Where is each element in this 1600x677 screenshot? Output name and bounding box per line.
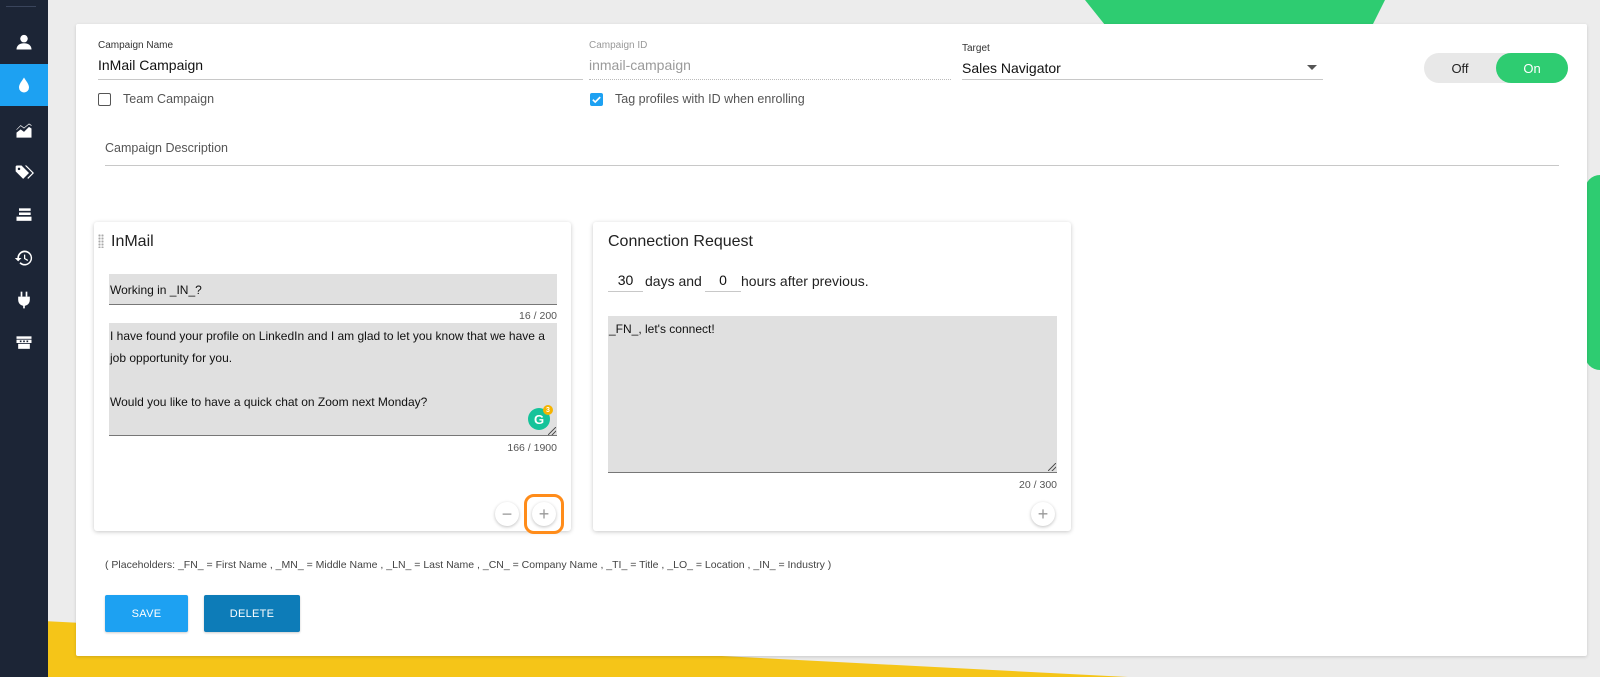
campaign-id-input: inmail-campaign — [589, 57, 691, 73]
tag-profiles-checkbox[interactable] — [590, 93, 603, 106]
inmail-body-counter: 166 / 1900 — [507, 442, 557, 454]
sidebar-item-campaigns[interactable] — [0, 64, 48, 106]
checkmark-icon — [592, 96, 601, 104]
sidebar — [0, 0, 48, 677]
delay-hours-label: hours after previous. — [741, 273, 869, 289]
connection-message-textarea[interactable]: _FN_, let's connect! — [608, 316, 1057, 473]
team-campaign-label: Team Campaign — [123, 92, 215, 106]
area-chart-icon — [16, 123, 32, 138]
delay-days-label: days and — [645, 273, 702, 289]
drop-icon — [19, 77, 29, 93]
toggle-on-option[interactable]: On — [1496, 53, 1568, 83]
target-label: Target — [962, 43, 990, 54]
sidebar-item-profiles[interactable] — [0, 21, 48, 63]
tag-profiles-label: Tag profiles with ID when enrolling — [615, 92, 805, 106]
connection-message-counter: 20 / 300 — [1019, 479, 1057, 491]
target-select[interactable]: Sales Navigator — [962, 60, 1061, 76]
sidebar-item-integrations[interactable] — [0, 279, 48, 321]
campaign-name-label: Campaign Name — [98, 40, 174, 51]
campaign-id-label: Campaign ID — [589, 40, 648, 51]
campaign-active-toggle[interactable]: Off On — [1424, 53, 1568, 83]
add-step-button[interactable]: + — [532, 502, 556, 526]
connection-request-title: Connection Request — [608, 233, 753, 250]
campaign-name-input[interactable]: InMail Campaign — [98, 57, 203, 73]
campaign-id-underline — [589, 79, 951, 80]
team-campaign-checkbox[interactable] — [98, 93, 111, 106]
toggle-off-option[interactable]: Off — [1424, 53, 1496, 83]
resize-grip-icon[interactable] — [1048, 463, 1056, 471]
chevron-down-icon[interactable] — [1307, 65, 1317, 70]
delay-hours-input[interactable]: 0 — [705, 272, 741, 292]
sidebar-item-analytics[interactable] — [0, 110, 48, 152]
placeholders-hint: ( Placeholders: _FN_ = First Name , _MN_… — [105, 559, 832, 571]
decor-green-stripe-right — [1585, 175, 1600, 370]
inmail-step-title: InMail — [111, 233, 154, 250]
grammarly-letter: G — [533, 411, 545, 427]
sidebar-divider — [6, 6, 36, 7]
campaign-description-input[interactable]: Campaign Description — [105, 141, 228, 155]
person-icon — [16, 34, 32, 50]
add-step-button[interactable]: + — [1031, 502, 1055, 526]
tags-icon — [15, 165, 34, 179]
plug-icon — [18, 291, 30, 309]
resize-grip-icon[interactable] — [548, 427, 556, 435]
campaign-description-underline — [105, 165, 1559, 166]
drag-handle-icon[interactable] — [98, 234, 104, 248]
sidebar-item-sequences[interactable] — [0, 194, 48, 236]
storefront-icon — [16, 336, 32, 349]
campaign-name-underline — [98, 79, 583, 80]
sidebar-item-tags[interactable] — [0, 152, 48, 194]
inmail-body-textarea[interactable]: I have found your profile on LinkedIn an… — [109, 323, 557, 436]
history-icon — [14, 250, 33, 266]
sidebar-item-history[interactable] — [0, 237, 48, 279]
remove-step-button[interactable]: − — [495, 502, 519, 526]
inmail-subject-input[interactable]: Working in _IN_? — [109, 274, 557, 305]
delay-days-input[interactable]: 30 — [608, 272, 643, 292]
sidebar-item-marketplace[interactable] — [0, 322, 48, 364]
save-button[interactable]: SAVE — [105, 595, 188, 632]
target-underline — [962, 79, 1323, 80]
grammarly-icon[interactable]: G 3 — [528, 405, 553, 430]
delete-button[interactable]: DELETE — [204, 595, 300, 632]
list-icon — [16, 208, 32, 221]
grammarly-count-badge: 3 — [543, 405, 553, 415]
inmail-subject-counter: 16 / 200 — [519, 310, 557, 322]
